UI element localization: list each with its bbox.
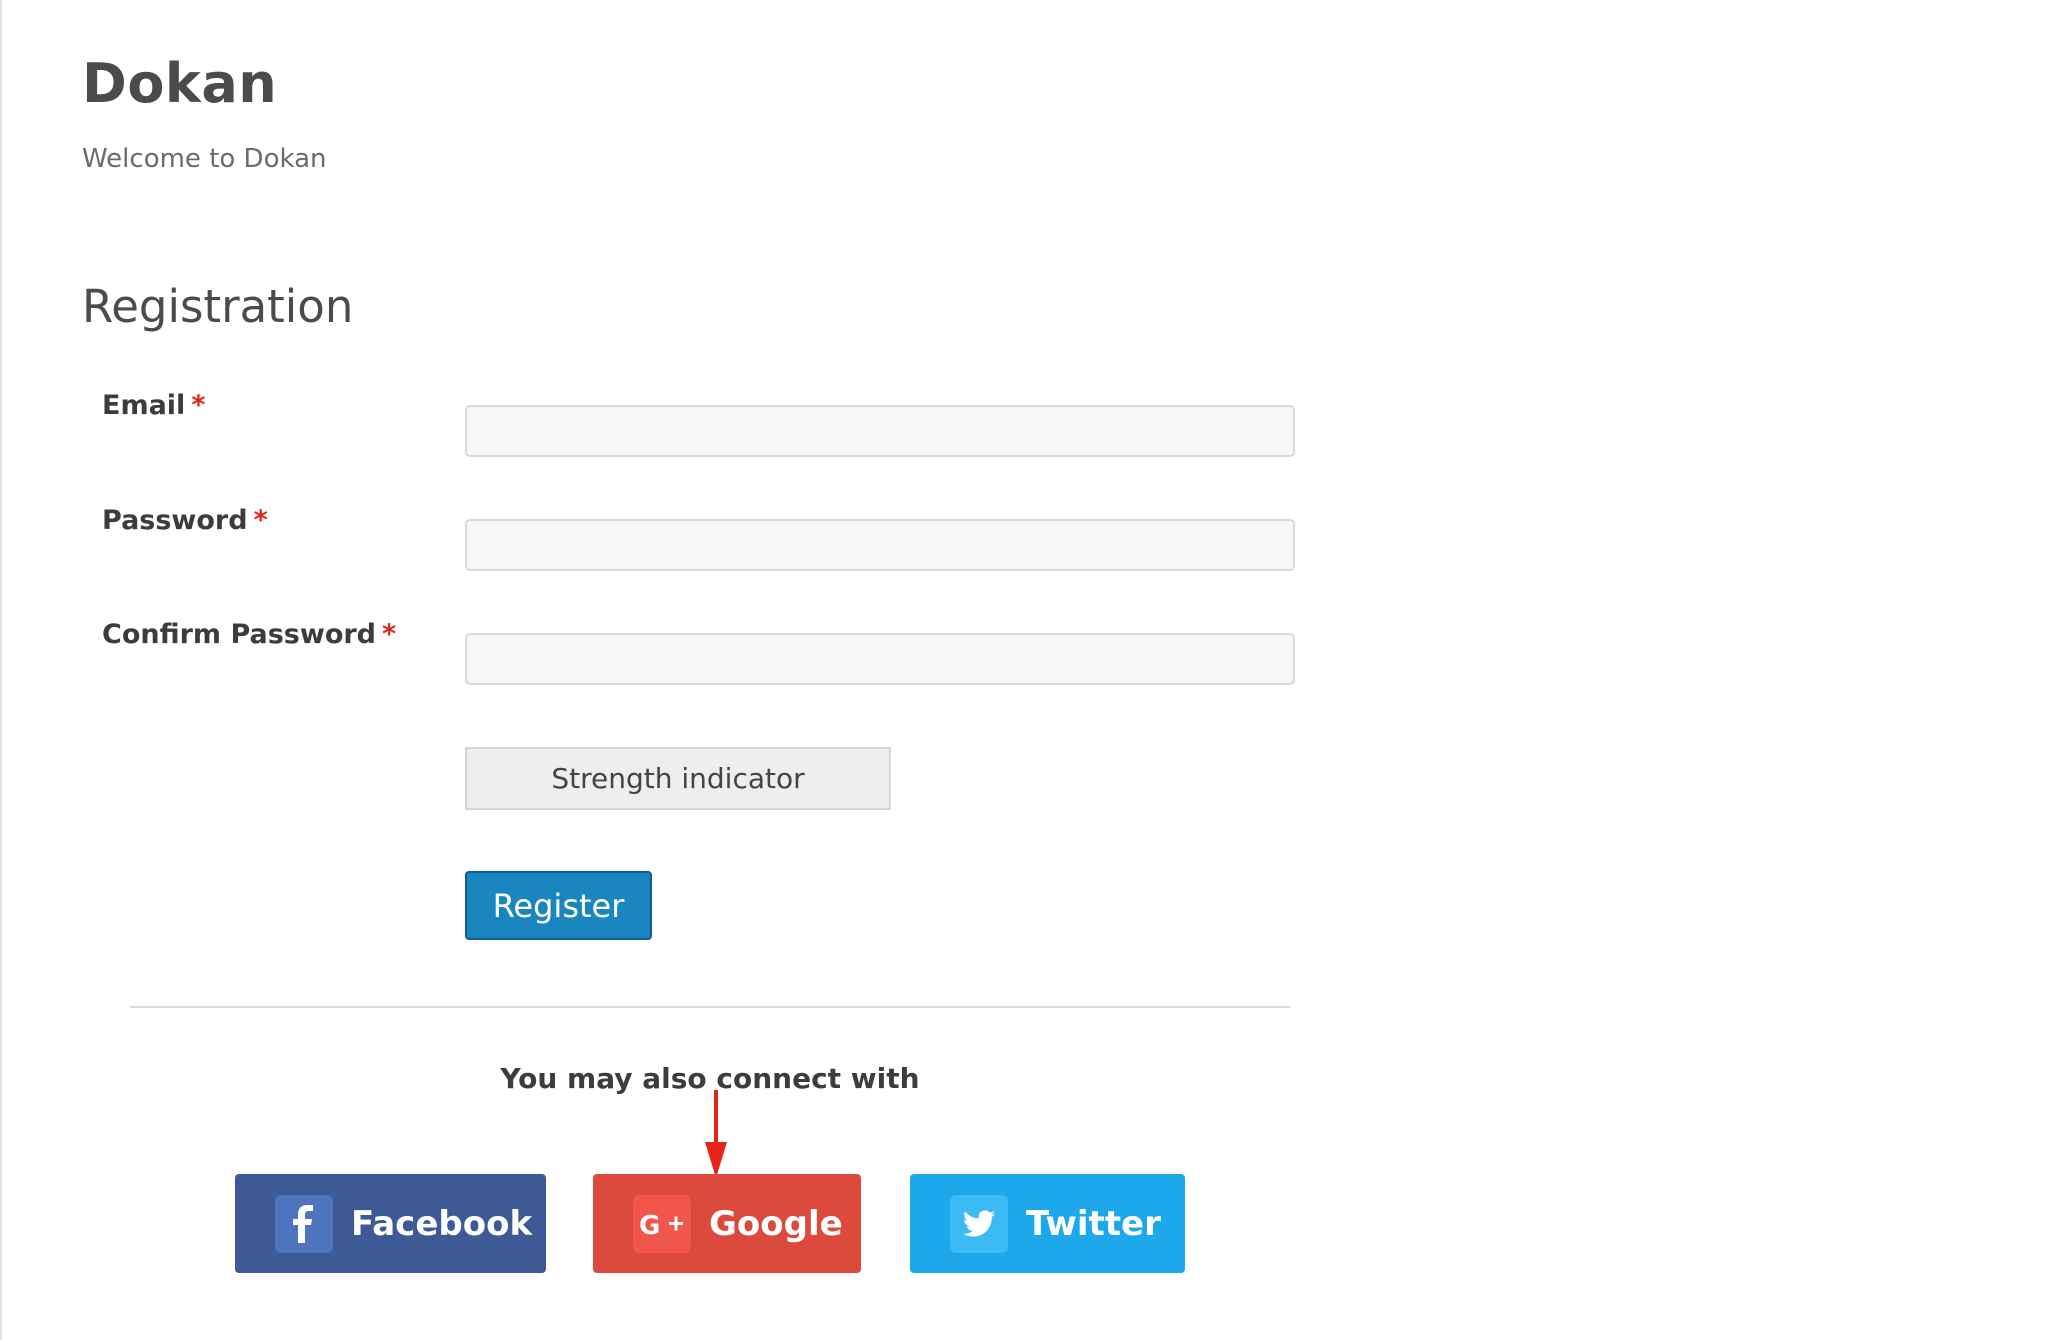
email-label-text: Email (102, 390, 186, 421)
required-mark: * (253, 505, 268, 536)
svg-text:G: G (639, 1211, 660, 1239)
facebook-label: Facebook (351, 1203, 533, 1244)
password-strength-indicator: Strength indicator (465, 747, 891, 810)
site-tagline: Welcome to Dokan (82, 144, 327, 174)
twitter-label: Twitter (1026, 1203, 1161, 1244)
facebook-icon (275, 1194, 333, 1253)
email-label: Email * (102, 390, 205, 421)
divider (130, 1006, 1290, 1008)
site-title[interactable]: Dokan (82, 52, 277, 115)
confirm-password-field[interactable] (465, 633, 1295, 685)
password-field[interactable] (465, 519, 1295, 571)
google-plus-icon: G (633, 1194, 691, 1253)
twitter-icon (950, 1194, 1008, 1253)
confirm-password-label-text: Confirm Password (102, 619, 377, 650)
facebook-button[interactable]: Facebook (235, 1174, 546, 1273)
required-mark: * (191, 390, 206, 421)
google-label: Google (709, 1203, 843, 1244)
annotation-arrow-icon (705, 1090, 727, 1178)
register-button[interactable]: Register (465, 871, 652, 940)
google-button[interactable]: G Google (593, 1174, 861, 1273)
email-field[interactable] (465, 405, 1295, 457)
password-label: Password * (102, 505, 268, 536)
required-mark: * (382, 619, 397, 650)
registration-heading: Registration (82, 280, 354, 333)
page-border (0, 0, 2, 1340)
password-label-text: Password (102, 505, 248, 536)
confirm-password-label: Confirm Password * (102, 619, 396, 650)
twitter-button[interactable]: Twitter (910, 1174, 1185, 1273)
